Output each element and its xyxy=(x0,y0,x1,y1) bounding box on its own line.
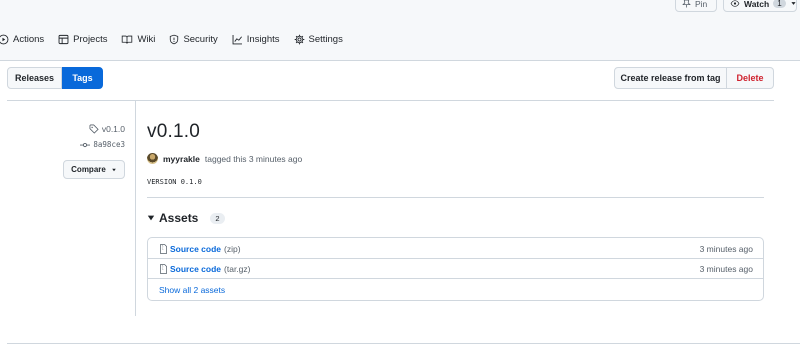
tab-security[interactable]: Security xyxy=(169,33,218,45)
show-all-row: Show all 2 assets xyxy=(148,280,763,300)
author-link[interactable]: myyrakle xyxy=(163,154,200,164)
asset-link[interactable]: Source code (tar.gz) xyxy=(170,264,250,274)
tab-actions-label: Actions xyxy=(13,33,45,45)
asset-format: (zip) xyxy=(224,243,241,254)
pin-icon xyxy=(682,0,691,8)
tab-insights[interactable]: Insights xyxy=(232,34,280,45)
file-zip-icon xyxy=(159,263,168,274)
tab-security-label: Security xyxy=(183,33,218,45)
watch-label: Watch xyxy=(744,0,770,9)
tab-settings-label: Settings xyxy=(308,33,343,45)
tags-tab-button[interactable]: Tags xyxy=(62,67,103,89)
list-item: Source code (tar.gz) 3 minutes ago xyxy=(148,259,763,279)
delete-button[interactable]: Delete xyxy=(727,67,774,89)
tab-actions[interactable]: Actions xyxy=(0,34,44,45)
tab-settings[interactable]: Settings xyxy=(294,34,343,45)
eye-icon xyxy=(730,0,740,8)
sidebar-tag-link[interactable]: v0.1.0 xyxy=(89,124,125,134)
asset-link[interactable]: Source code (zip) xyxy=(170,244,241,254)
asset-time: 3 minutes ago xyxy=(699,243,753,254)
pin-button[interactable]: Pin xyxy=(675,0,717,12)
release-body: VERSION 0.1.0 xyxy=(147,178,202,186)
releases-tags-switch: Releases Tags xyxy=(7,67,103,89)
assets-count-badge: 2 xyxy=(210,212,225,224)
repo-nav: Actions Projects Wiki Security Insights xyxy=(0,29,357,49)
graph-icon xyxy=(232,34,243,45)
book-icon xyxy=(121,34,133,45)
tab-wiki-label: Wiki xyxy=(137,33,156,45)
assets-heading: Assets xyxy=(159,211,199,225)
avatar[interactable] xyxy=(147,153,158,164)
repo-header: Pin Watch 1 Actions Projects Wiki Securi… xyxy=(0,0,800,61)
tab-projects[interactable]: Projects xyxy=(58,34,107,45)
show-all-assets-link[interactable]: Show all 2 assets xyxy=(159,285,225,295)
divider xyxy=(147,197,764,198)
triangle-down-icon xyxy=(147,214,155,222)
sidebar-commit-sha: 8a98ce3 xyxy=(93,140,125,149)
chevron-down-icon xyxy=(790,0,797,7)
releases-tab-button[interactable]: Releases xyxy=(7,67,62,89)
compare-button[interactable]: Compare xyxy=(63,160,125,179)
chevron-down-icon xyxy=(111,167,117,173)
footer-divider xyxy=(7,343,800,344)
watch-count: 1 xyxy=(773,0,786,8)
release-title[interactable]: v0.1.0 xyxy=(147,121,200,143)
tab-insights-label: Insights xyxy=(246,33,280,45)
asset-name: Source code xyxy=(170,263,222,274)
commit-icon xyxy=(80,141,91,149)
asset-time: 3 minutes ago xyxy=(699,263,753,274)
release-meta: myyrakle tagged this 3 minutes ago xyxy=(147,153,302,164)
tab-wiki[interactable]: Wiki xyxy=(121,34,155,45)
asset-format: (tar.gz) xyxy=(224,263,251,274)
file-zip-icon xyxy=(159,243,168,254)
gear-icon xyxy=(294,34,305,45)
tagged-text: tagged this 3 minutes ago xyxy=(204,153,303,164)
compare-label: Compare xyxy=(71,165,106,174)
sidebar-divider xyxy=(135,101,136,316)
divider xyxy=(7,100,774,101)
assets-toggle[interactable]: Assets 2 xyxy=(147,211,225,225)
create-release-button[interactable]: Create release from tag xyxy=(614,67,727,89)
table-icon xyxy=(58,34,69,45)
sidebar-tag-name: v0.1.0 xyxy=(101,124,125,134)
tab-projects-label: Projects xyxy=(73,33,108,45)
sidebar-commit-link[interactable]: 8a98ce3 xyxy=(80,140,125,149)
pin-label: Pin xyxy=(695,0,708,9)
shield-icon xyxy=(169,34,179,45)
assets-list: Source code (zip) 3 minutes ago Source co… xyxy=(147,237,764,301)
play-circle-icon xyxy=(0,34,9,45)
tag-icon xyxy=(89,124,99,134)
asset-name: Source code xyxy=(170,243,222,254)
list-item: Source code (zip) 3 minutes ago xyxy=(148,239,763,259)
watch-button[interactable]: Watch 1 xyxy=(723,0,797,12)
tag-actions: Create release from tag Delete xyxy=(614,67,774,89)
